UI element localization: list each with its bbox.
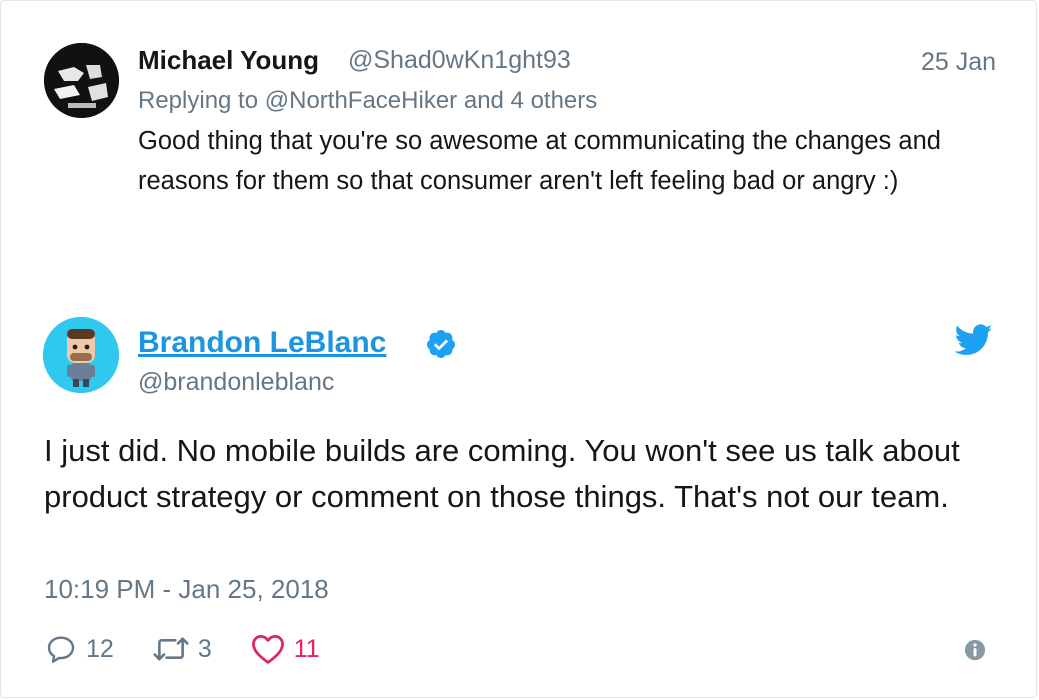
tweet-date[interactable]: 25 Jan [921, 48, 996, 77]
twitter-bird-icon[interactable] [955, 324, 993, 356]
heart-icon [251, 634, 284, 664]
like-count: 11 [293, 634, 320, 663]
replying-others[interactable]: and 4 others [457, 87, 597, 114]
replying-to-line: Replying to @NorthFaceHiker and 4 others [138, 87, 597, 115]
avatar-image [44, 43, 119, 118]
parent-tweet[interactable]: Michael Young @Shad0wKn1ght93 25 Jan Rep… [1, 1, 1036, 273]
info-icon[interactable] [964, 639, 986, 661]
author-name[interactable]: Michael Young [138, 45, 319, 76]
main-avatar[interactable] [43, 317, 119, 393]
retweet-button[interactable]: 3 [152, 633, 212, 665]
reply-count: 12 [86, 634, 114, 663]
tweet-actions: 12 3 11 [44, 629, 358, 669]
like-button[interactable]: 11 [250, 633, 320, 665]
author-handle[interactable]: @Shad0wKn1ght93 [348, 46, 571, 75]
main-author-handle[interactable]: @brandonleblanc [138, 368, 334, 397]
reply-icon [47, 636, 75, 663]
main-author-name[interactable]: Brandon LeBlanc [138, 326, 386, 360]
main-tweet-text: I just did. No mobile builds are coming.… [44, 433, 960, 514]
tweet-embed-card: Michael Young @Shad0wKn1ght93 25 Jan Rep… [0, 0, 1037, 698]
reply-button[interactable]: 12 [44, 633, 114, 665]
retweet-icon [153, 637, 189, 661]
avatar-image [43, 317, 119, 393]
verified-badge-icon [426, 330, 455, 358]
retweet-count: 3 [197, 634, 212, 663]
replying-mention-link[interactable]: @NorthFaceHiker [265, 87, 457, 114]
replying-prefix: Replying to [138, 87, 265, 114]
parent-tweet-text: Good thing that you're so awesome at com… [138, 127, 941, 195]
avatar[interactable] [44, 43, 119, 118]
tweet-timestamp[interactable]: 10:19 PM - Jan 25, 2018 [44, 574, 329, 605]
